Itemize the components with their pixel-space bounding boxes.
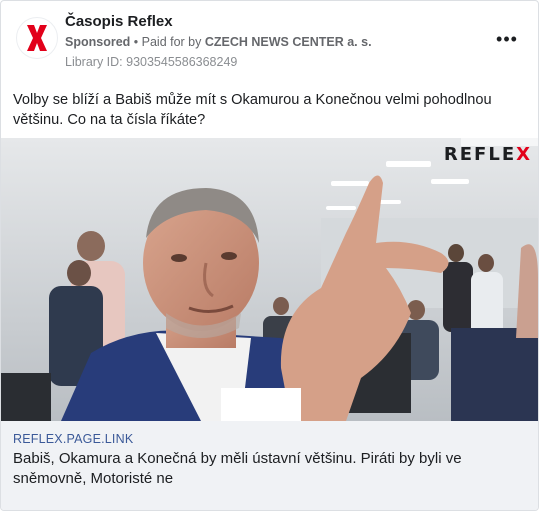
advertiser-name[interactable]: CZECH NEWS CENTER a. s.: [205, 35, 372, 49]
ad-header: Časopis Reflex Sponsored • Paid for by C…: [1, 1, 538, 81]
ad-card: Časopis Reflex Sponsored • Paid for by C…: [0, 0, 539, 511]
paid-for-prefix: Paid for by: [141, 35, 205, 49]
ad-body-text: Volby se blíží a Babiš může mít s Okamur…: [13, 92, 492, 128]
library-id: Library ID: 9303545586368249: [65, 55, 238, 69]
reflex-x-logo-icon: [27, 25, 47, 51]
link-preview[interactable]: REFLEX.PAGE.LINK Babiš, Okamura a Konečn…: [1, 421, 538, 510]
link-title[interactable]: Babiš, Okamura a Konečná by měli ústavní…: [13, 449, 523, 489]
watermark-x: X: [516, 144, 532, 165]
meta-separator: •: [130, 35, 142, 49]
avatar[interactable]: [16, 17, 58, 59]
ad-image[interactable]: REFLEX: [1, 138, 538, 421]
sponsored-meta: Sponsored • Paid for by CZECH NEWS CENTE…: [65, 35, 372, 49]
watermark-text: REFLE: [443, 144, 517, 165]
more-horizontal-icon[interactable]: •••: [494, 29, 520, 53]
link-domain[interactable]: REFLEX.PAGE.LINK: [13, 432, 133, 446]
sponsored-label: Sponsored: [65, 35, 131, 49]
reflex-watermark: REFLEX: [444, 144, 532, 165]
page-name[interactable]: Časopis Reflex: [65, 13, 173, 30]
photo-illustration: [1, 138, 538, 421]
